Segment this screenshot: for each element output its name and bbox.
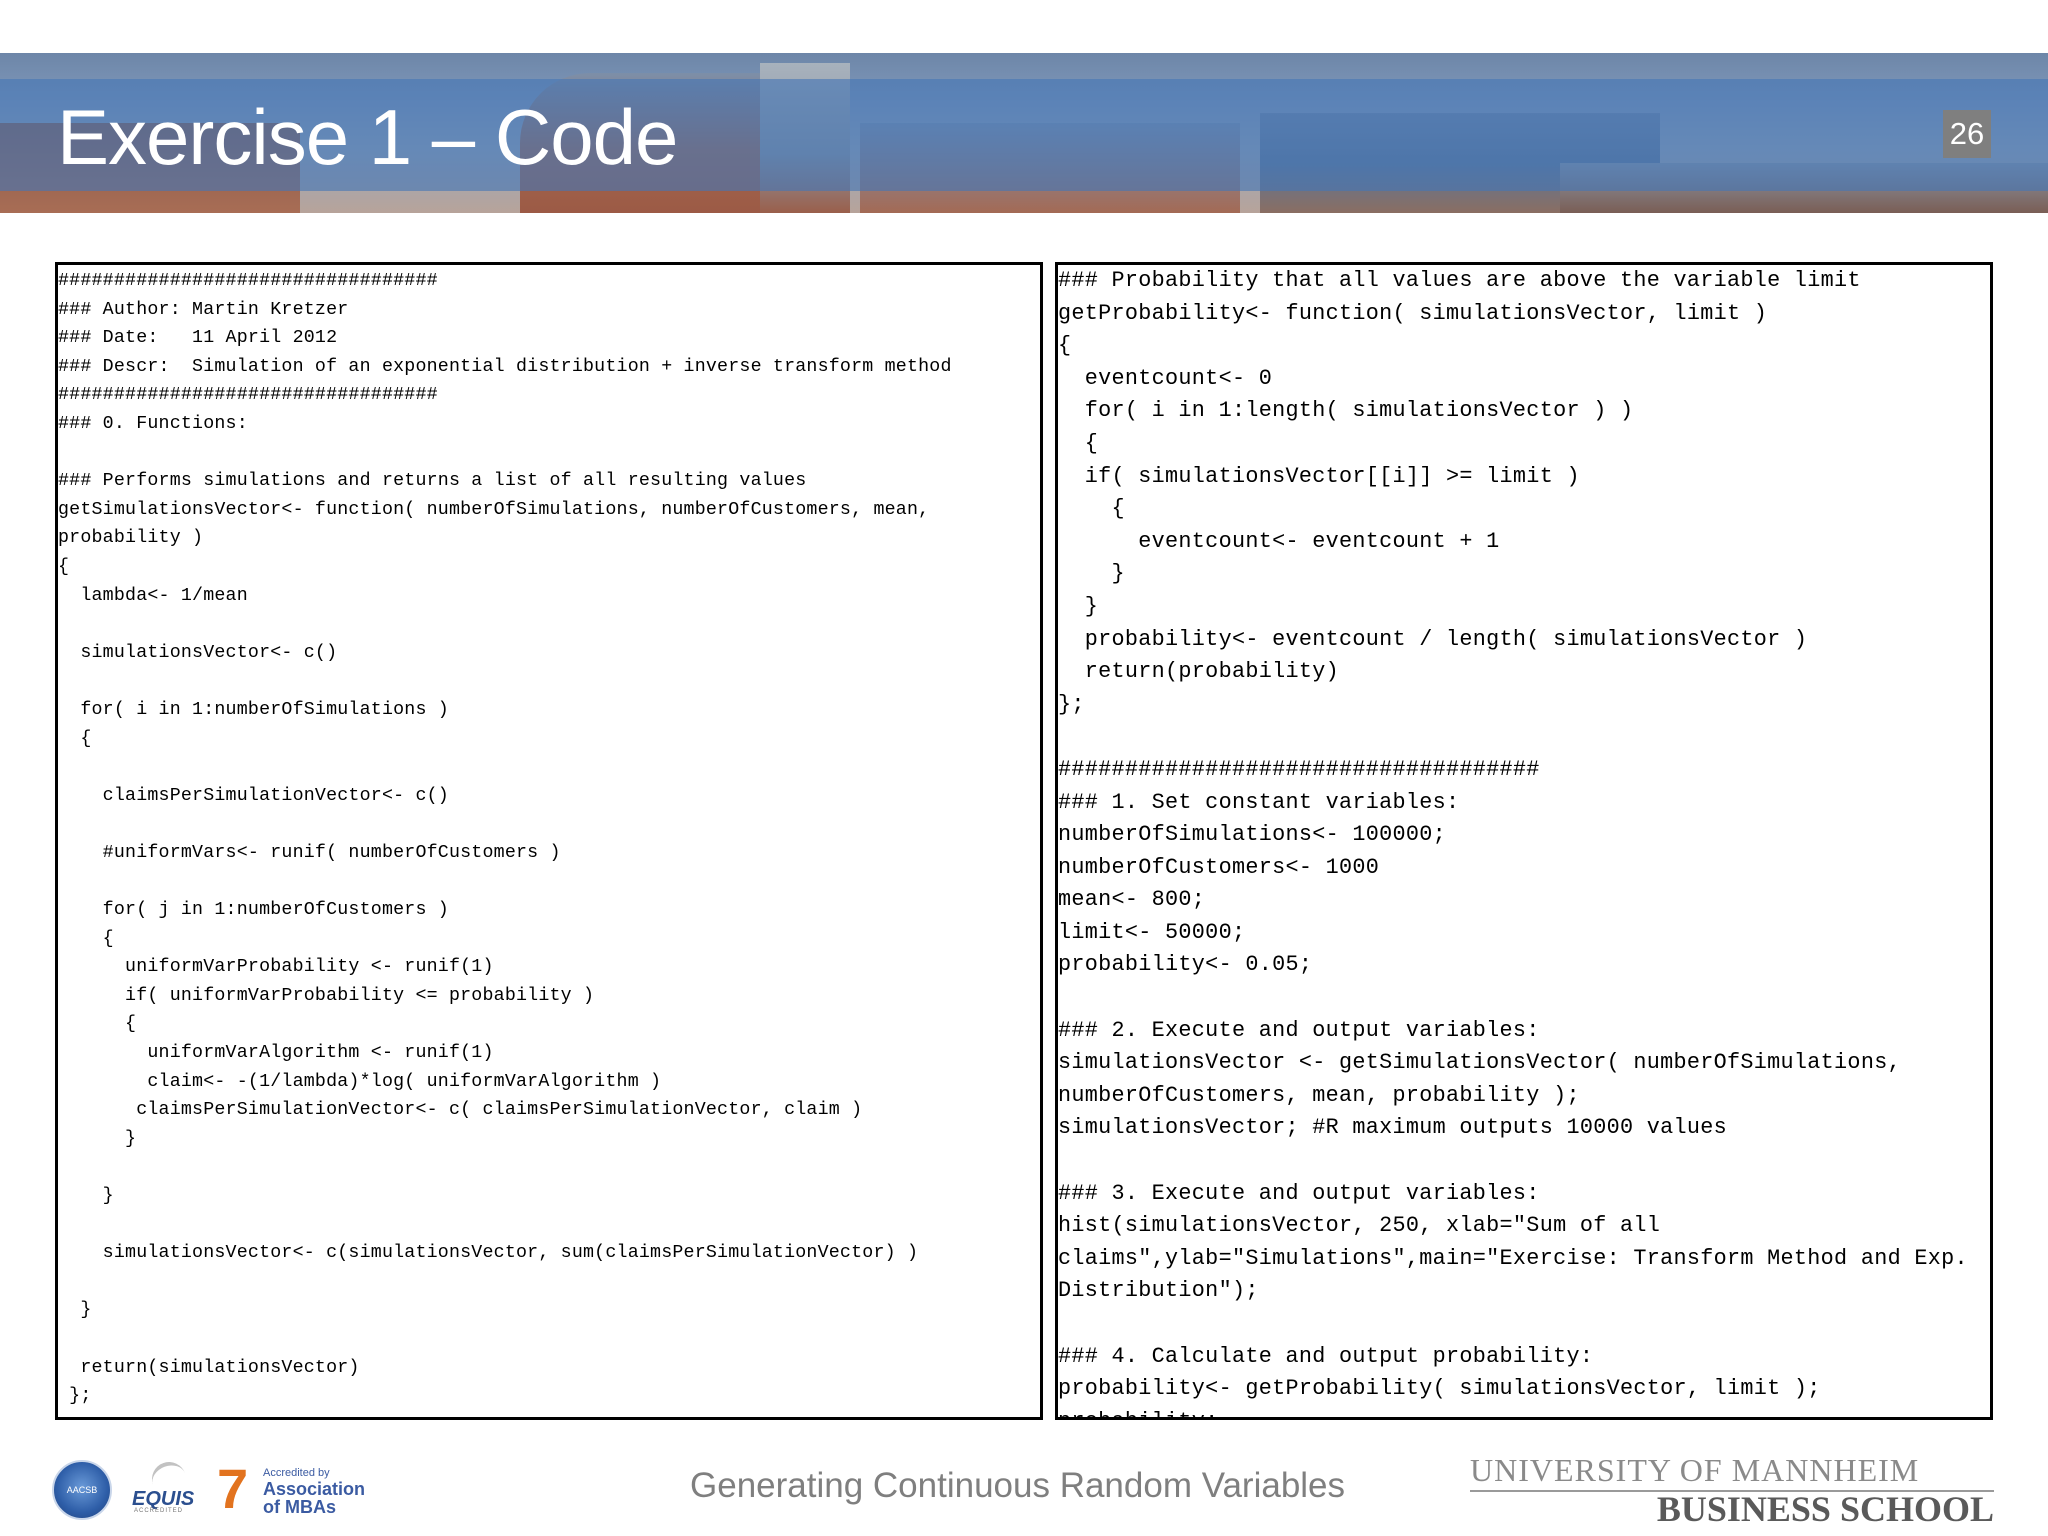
code-line: for( i in 1:numberOfSimulations ) (58, 699, 449, 720)
code-line: simulationsVector<- c() (58, 642, 338, 663)
code-line: Distribution"); (1058, 1278, 1259, 1304)
code-line: if( uniformVarProbability <= probability… (58, 985, 595, 1006)
code-line: probability; (1058, 1406, 1990, 1417)
code-line: ### 1. Set constant variables: (1058, 789, 1460, 815)
code-line: { (58, 728, 92, 749)
code-line: }; (1058, 691, 1085, 717)
code-line: } (1058, 561, 1125, 587)
code-line: ### 3. Execute and output variables: (1058, 1180, 1540, 1206)
code-line: return(simulationsVector) (58, 1357, 360, 1378)
code-line: ### Descr: Simulation of an exponential … (58, 356, 952, 377)
code-line: } (58, 1128, 137, 1149)
code-line: simulationsVector <- getSimulationsVecto… (1058, 1050, 1901, 1076)
code-line: mean<- 800; (1058, 887, 1206, 913)
amba-line-top: Accredited by (263, 1467, 330, 1479)
code-line: probability<- getProbability( simulation… (1058, 1376, 1821, 1402)
code-line: { (58, 1014, 137, 1035)
code-line: } (58, 1186, 114, 1206)
equis-logo-subtext: ACCREDITED (134, 1508, 184, 1514)
code-line: uniformVarAlgorithm <- runif(1) (58, 1043, 494, 1064)
university-logo-line1: UNIVERSITY OF MANNHEIM (1470, 1452, 1920, 1488)
code-line: claim<- -(1/lambda)*log( uniformVarAlgor… (58, 1071, 662, 1092)
code-line: hist(simulationsVector, 250, xlab="Sum o… (1058, 1213, 1661, 1239)
code-line: eventcount<- 0 (1058, 365, 1273, 391)
university-logo-line2: BUSINESS SCHOOL (1656, 1489, 1994, 1529)
code-line: ### Date: 11 April 2012 (58, 328, 338, 349)
code-line: { (1058, 430, 1099, 456)
accreditation-logos: AACSB EQUIS ACCREDITED 7 Accredited by A… (52, 1456, 372, 1520)
code-line: limit<- 50000; (1058, 919, 1246, 945)
code-line: getProbability<- function( simulationsVe… (1058, 300, 1768, 326)
code-line: simulationsVector; #R maximum outputs 10… (1058, 1115, 1728, 1141)
code-line: getSimulationsVector<- function( numberO… (58, 499, 930, 520)
code-line: probability ) (58, 528, 204, 549)
amba-line-mid: Association (263, 1479, 366, 1499)
code-line: { (1058, 333, 1072, 359)
code-line: if( simulationsVector[[i]] >= limit ) (1058, 463, 1580, 489)
code-line: simulationsVector<- c(simulationsVector,… (58, 1243, 919, 1264)
code-line: claimsPerSimulationVector<- c( claimsPer… (58, 1100, 863, 1121)
code-line: claims",ylab="Simulations",main="Exercis… (1058, 1245, 1968, 1271)
code-line: ################################## (58, 271, 438, 291)
code-panel-left: ################################## ### Au… (55, 262, 1043, 1420)
code-line: eventcount<- eventcount + 1 (1058, 528, 1500, 554)
code-line: { (58, 556, 70, 577)
code-line: uniformVarProbability <- runif(1) (58, 957, 494, 978)
amba-logo-text: Accredited by Association of MBAs (263, 1466, 365, 1516)
code-line: ################################## (58, 385, 438, 406)
code-line: numberOfSimulations<- 100000; (1058, 822, 1447, 848)
code-line: numberOfCustomers, mean, probability ); (1058, 1082, 1580, 1108)
code-line: #uniformVars<- runif( numberOfCustomers … (58, 842, 561, 863)
code-line: for( j in 1:numberOfCustomers ) (58, 900, 449, 921)
footer-title: Generating Continuous Random Variables (690, 1466, 1346, 1505)
code-line: probability<- eventcount / length( simul… (1058, 626, 1808, 652)
aacsb-logo: AACSB (52, 1460, 112, 1520)
slide-title: Exercise 1 – Code (57, 93, 678, 181)
code-line: { (58, 928, 114, 949)
code-block-left: ################################## ### Au… (58, 265, 1040, 1411)
code-line: } (58, 1300, 92, 1321)
code-line: ### 0. Functions: (58, 413, 248, 434)
code-line: ### Performs simulations and returns a l… (58, 471, 807, 492)
code-line: probability<- 0.05; (1058, 952, 1313, 978)
code-line: ### 2. Execute and output variables: (1058, 1017, 1540, 1043)
amba-logo: 7 Accredited by Association of MBAs (217, 1460, 367, 1518)
code-line: ### Probability that all values are abov… (1058, 268, 1861, 293)
university-logo: UNIVERSITY OF MANNHEIM BUSINESS SCHOOL (1470, 1452, 1994, 1529)
code-block-right: ### Probability that all values are abov… (1058, 265, 1990, 1417)
code-line: ### Author: Martin Kretzer (58, 299, 349, 320)
aacsb-logo-text: AACSB (66, 1485, 98, 1495)
code-line: { (1058, 496, 1125, 522)
code-line: return(probability) (1058, 659, 1339, 685)
code-line: lambda<- 1/mean (58, 585, 248, 606)
code-line: for( i in 1:length( simulationsVector ) … (1058, 398, 1634, 424)
code-line: numberOfCustomers<- 1000 (1058, 854, 1380, 880)
code-line: } (1058, 593, 1099, 619)
equis-logo: EQUIS ACCREDITED (122, 1457, 212, 1518)
amba-line-bottom: of MBAs (263, 1497, 336, 1517)
code-line: ### 4. Calculate and output probability: (1058, 1343, 1594, 1369)
code-line: #################################### (1058, 756, 1540, 782)
code-line: claimsPerSimulationVector<- c() (58, 785, 449, 806)
code-panel-right: ### Probability that all values are abov… (1055, 262, 1993, 1420)
page-number: 26 (1943, 110, 1991, 158)
code-line: }; (58, 1386, 92, 1407)
amba-seven-icon: 7 (217, 1457, 249, 1520)
